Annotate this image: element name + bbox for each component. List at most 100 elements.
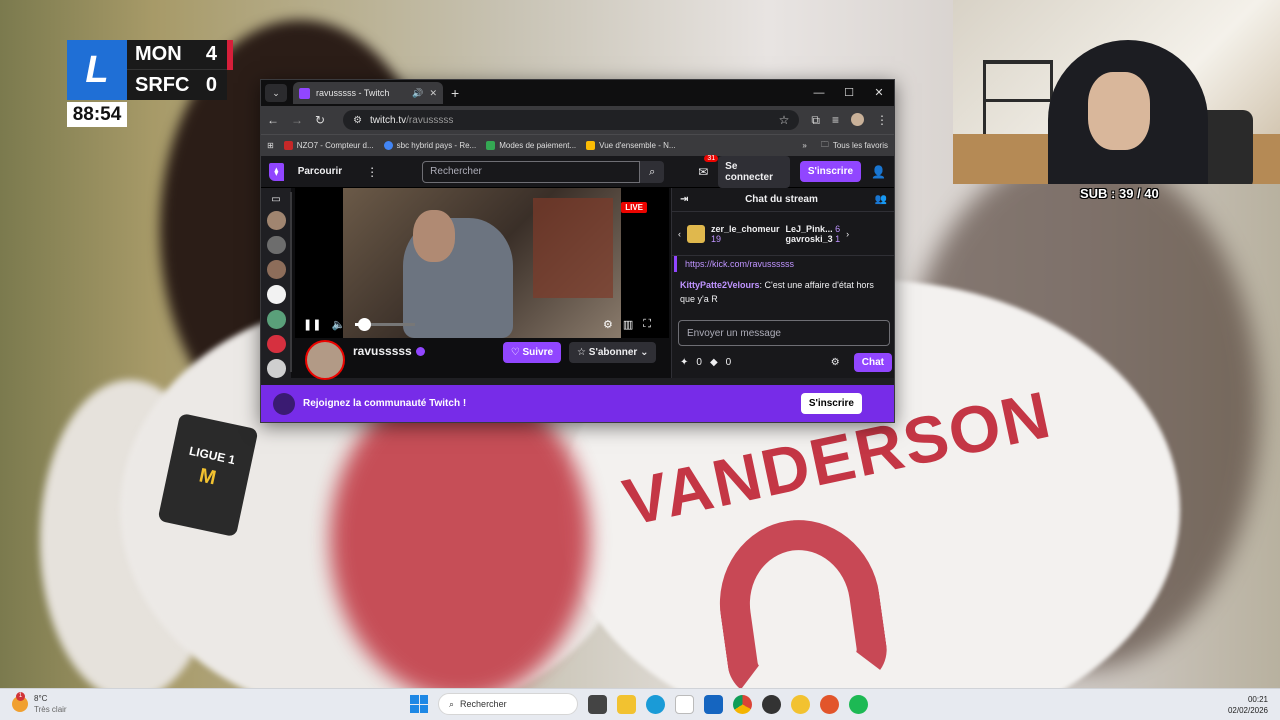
notifications-icon[interactable]: ✉ 31: [698, 154, 719, 179]
tab-search-button[interactable]: ⌄: [265, 84, 287, 102]
twitch-logo-icon[interactable]: ⧫: [269, 162, 284, 181]
chat-title: Chat du stream: [745, 194, 818, 205]
back-icon[interactable]: ←: [267, 113, 279, 127]
pause-icon[interactable]: ❚❚: [303, 318, 321, 331]
twitch-top-nav: ⧫ Parcourir ⋮ Rechercher ⌕ ✉ 31 Se connec…: [261, 154, 894, 188]
settings-gear-icon[interactable]: ⚙: [603, 318, 613, 331]
channel-avatar[interactable]: [266, 359, 286, 379]
tab-twitch[interactable]: ravusssss - Twitch 🔊 ✕: [293, 82, 443, 104]
bookmark-item[interactable]: Vue d'ensemble - N...: [586, 141, 676, 150]
login-button[interactable]: Se connecter: [718, 155, 790, 188]
gift-icon: [687, 224, 705, 243]
theatre-mode-icon[interactable]: ▥: [623, 318, 633, 331]
apps-grid-icon[interactable]: ⊞: [267, 141, 274, 150]
close-tab-icon[interactable]: ✕: [429, 88, 437, 99]
channel-info: ravusssss ♡ Suivre ☆ S'abonner ⌄: [301, 340, 671, 380]
store-icon[interactable]: [704, 694, 723, 714]
task-view-icon[interactable]: [588, 694, 607, 714]
url-field[interactable]: ⚙ twitch.tv/ravusssss ☆: [343, 110, 800, 130]
user-menu-icon[interactable]: 👤: [871, 165, 886, 179]
reload-icon[interactable]: ↻: [315, 113, 325, 127]
maximize-button[interactable]: ☐: [834, 80, 864, 106]
chrome-canary-icon[interactable]: [791, 694, 810, 714]
taskbar-search[interactable]: ⌕ Rechercher: [438, 693, 578, 715]
next-arrow-icon[interactable]: ›: [846, 229, 849, 239]
channel-avatar[interactable]: [266, 211, 286, 230]
bits-icon[interactable]: ◆: [710, 357, 718, 368]
site-info-icon[interactable]: ⚙: [353, 115, 362, 126]
volume-icon[interactable]: 🔈: [331, 318, 345, 331]
search-icon: ⌕: [449, 698, 455, 709]
speaker-icon[interactable]: 🔊: [412, 88, 423, 99]
close-window-button[interactable]: ✕: [864, 80, 894, 106]
match-clock: 88:54: [67, 102, 127, 127]
notepad-icon[interactable]: [675, 694, 694, 714]
forward-icon[interactable]: →: [291, 113, 303, 127]
follow-button[interactable]: ♡ Suivre: [502, 342, 562, 363]
brave-icon[interactable]: [820, 694, 839, 714]
search-icon[interactable]: ⌕: [640, 160, 665, 183]
chat-username[interactable]: KittyPatte2Velours: [680, 280, 760, 290]
app-icon[interactable]: [762, 694, 781, 714]
start-menu-icon[interactable]: [410, 695, 428, 713]
star-bookmark-icon[interactable]: ☆: [779, 113, 790, 127]
glitch-mascot-icon: [273, 392, 295, 415]
new-tab-button[interactable]: +: [451, 85, 459, 101]
bookmark-item[interactable]: Modes de paiement...: [486, 141, 576, 150]
file-explorer-icon[interactable]: [617, 694, 636, 714]
twitch-search-input[interactable]: Rechercher: [422, 160, 641, 183]
minimize-button[interactable]: —: [804, 80, 834, 106]
join-community-banner: Rejoignez la communauté Twitch ! S'inscr…: [261, 385, 894, 422]
channel-avatar[interactable]: [266, 309, 286, 329]
channel-points-icon[interactable]: ✦: [680, 357, 688, 368]
weather-widget[interactable]: 8°C Très clair: [12, 692, 67, 715]
clock-time: 00:21: [1247, 695, 1268, 704]
chrome-icon[interactable]: [733, 694, 752, 714]
browse-link[interactable]: Parcourir: [298, 166, 342, 177]
all-bookmarks-folder[interactable]: 🗀 Tous les favoris: [821, 139, 888, 153]
weather-temp: 8°C: [34, 694, 48, 703]
sidebar-scrollbar[interactable]: [290, 192, 292, 372]
collapse-chat-icon[interactable]: ⇥: [680, 194, 688, 205]
notification-badge: 31: [704, 154, 719, 162]
extensions-icon[interactable]: ⧉: [811, 113, 820, 128]
bits-count: 0: [725, 356, 732, 368]
volume-slider-handle[interactable]: [358, 317, 372, 331]
expand-sidebar-icon[interactable]: ▭: [271, 194, 280, 205]
volume-slider[interactable]: [355, 317, 416, 331]
gifter-name: gavroski_3: [785, 233, 833, 244]
channel-name[interactable]: ravusssss: [353, 344, 412, 358]
profile-avatar[interactable]: [851, 112, 864, 126]
fullscreen-icon[interactable]: ⛶: [643, 318, 651, 331]
channel-avatar[interactable]: [266, 334, 286, 354]
subscribe-button[interactable]: ☆ S'abonner ⌄: [569, 342, 657, 363]
channel-owner-avatar[interactable]: [305, 340, 345, 380]
scoreboard-team2-row: SRFC 0: [127, 70, 227, 100]
signup-button[interactable]: S'inscrire: [799, 161, 862, 182]
prev-arrow-icon[interactable]: ‹: [678, 229, 681, 239]
weather-condition: Très clair: [34, 705, 67, 714]
gifter-name: zer_le_chomeur: [711, 223, 780, 234]
more-bookmarks-icon[interactable]: »: [802, 141, 806, 150]
channel-avatar[interactable]: [266, 285, 286, 304]
taskbar-clock[interactable]: 00:21 02/02/2026: [1228, 694, 1268, 716]
browser-window: ⌄ ravusssss - Twitch 🔊 ✕ + — ☐ ✕ ← → ↻ ⚙…: [260, 79, 895, 423]
more-options-icon[interactable]: ⋮: [366, 165, 378, 179]
channel-avatar[interactable]: [266, 260, 286, 280]
chat-message-input[interactable]: Envoyer un message: [678, 320, 890, 346]
clock-date: 02/02/2026: [1227, 706, 1268, 715]
banner-signup-button[interactable]: S'inscrire: [800, 393, 862, 414]
video-player[interactable]: LIVE ❚❚ 🔈 ⚙ ▥ ⛶: [295, 188, 669, 338]
edge-icon[interactable]: [646, 694, 665, 714]
bookmark-item[interactable]: NZO7 - Compteur d...: [283, 141, 374, 150]
pinned-link[interactable]: https://kick.com/ravussssss: [674, 256, 893, 272]
sub-counter: SUB : 39 / 40: [1080, 186, 1159, 201]
media-control-icon[interactable]: ≡: [832, 113, 839, 128]
community-icon[interactable]: 👥: [875, 194, 887, 205]
spotify-icon[interactable]: [849, 694, 868, 714]
chat-send-button[interactable]: Chat: [853, 352, 892, 372]
browser-menu-icon[interactable]: ⋮: [876, 113, 888, 128]
chat-settings-icon[interactable]: ⚙: [831, 357, 840, 368]
channel-avatar[interactable]: [266, 235, 286, 255]
bookmark-item[interactable]: sbc hybrid pays - Re...: [383, 141, 476, 150]
